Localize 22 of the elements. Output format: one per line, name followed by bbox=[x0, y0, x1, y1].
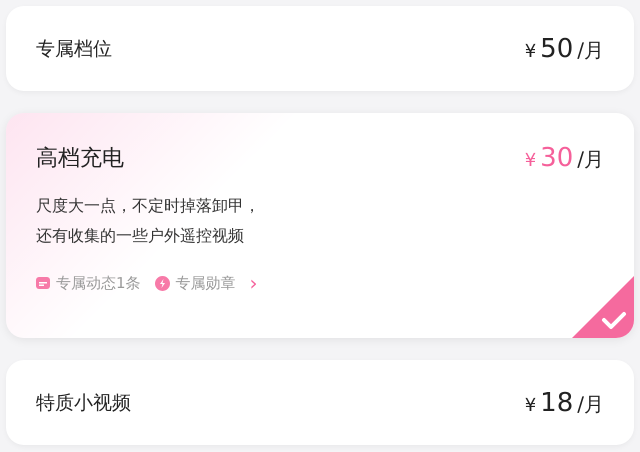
price-unit: /月 bbox=[577, 146, 604, 173]
price-amount: 18 bbox=[540, 388, 574, 418]
selected-check-icon bbox=[572, 276, 634, 338]
plan-name: 专属档位 bbox=[36, 36, 112, 62]
plan-card[interactable]: 特质小视频 ¥18/月 bbox=[6, 360, 634, 445]
price-amount: 30 bbox=[540, 143, 574, 173]
price-unit: /月 bbox=[577, 390, 604, 418]
currency-symbol: ¥ bbox=[524, 150, 536, 171]
plan-name: 高档充电 bbox=[36, 145, 124, 173]
price-unit: /月 bbox=[577, 36, 604, 64]
currency-symbol: ¥ bbox=[524, 394, 536, 416]
plan-card[interactable]: 专属档位 ¥50/月 bbox=[6, 6, 634, 91]
currency-symbol: ¥ bbox=[524, 40, 536, 62]
plan-description: 还有收集的一些户外遥控视频 bbox=[36, 225, 245, 247]
perk-label: 专属勋章 bbox=[176, 274, 236, 292]
plan-name: 特质小视频 bbox=[36, 390, 131, 416]
lightning-icon bbox=[154, 276, 170, 290]
card-icon bbox=[36, 277, 50, 289]
price-amount: 50 bbox=[540, 34, 574, 64]
perk-label: 专属动态1条 bbox=[56, 274, 141, 292]
plan-description: 尺度大一点，不定时掉落卸甲， bbox=[36, 195, 261, 217]
plan-card[interactable]: 高档充电 ¥30/月 尺度大一点，不定时掉落卸甲， 还有收集的一些户外遥控视频 专属动态1条 专属勋章 › bbox=[6, 113, 634, 338]
